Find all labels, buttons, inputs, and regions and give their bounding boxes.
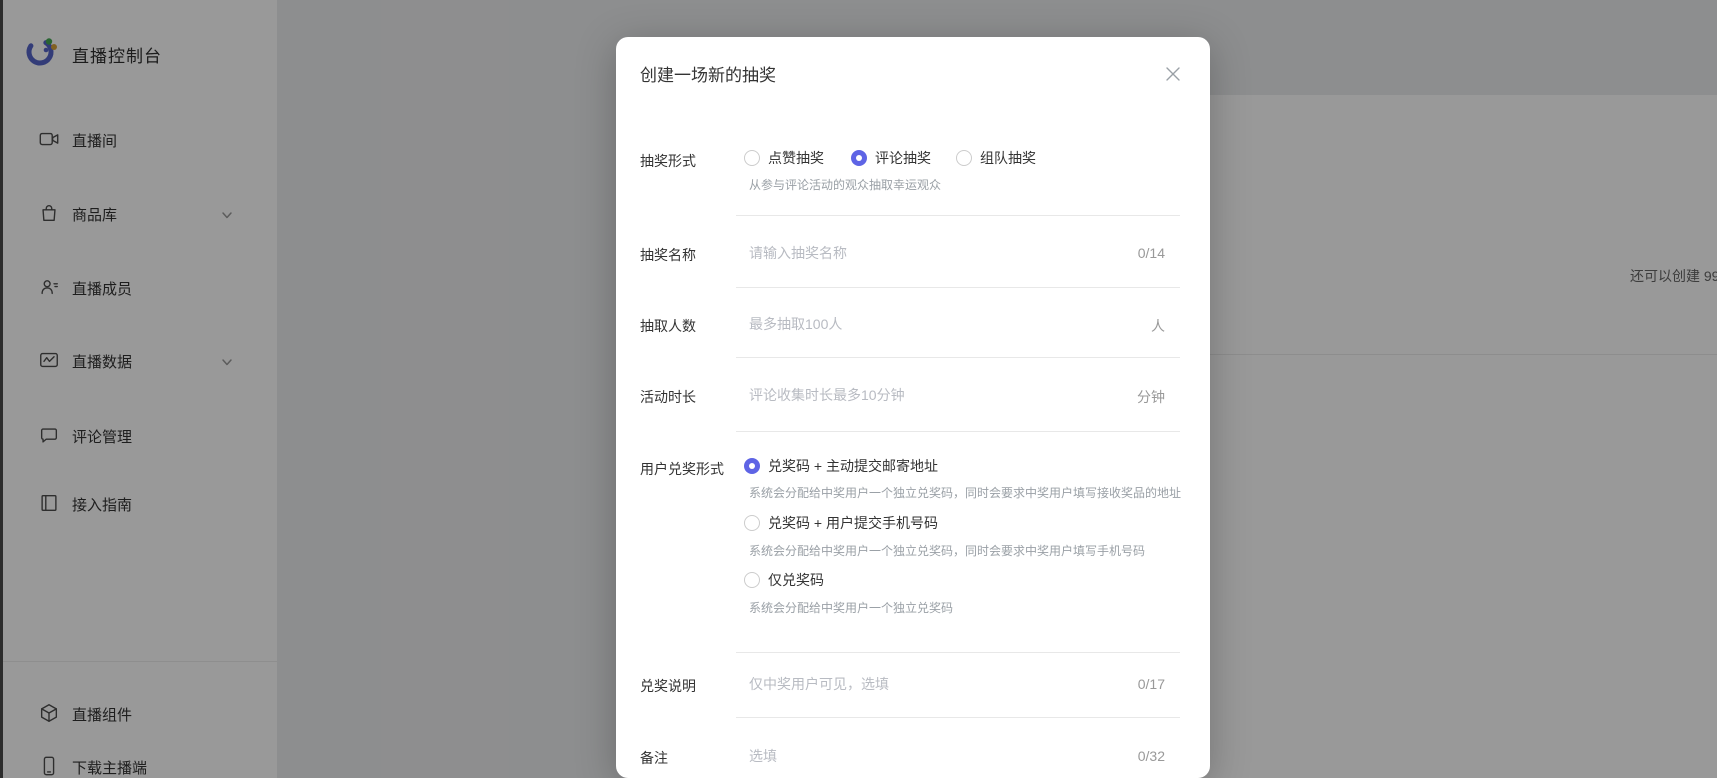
redeem-instructions-label: 兑奖说明 [640,676,746,696]
radio-icon [956,150,972,166]
duration-suffix: 分钟 [1137,387,1165,407]
modal-title: 创建一场新的抽奖 [640,61,776,86]
note-input[interactable] [749,745,1095,767]
radio-comment-lottery[interactable]: 评论抽奖 [851,148,931,168]
field-divider [736,431,1180,432]
field-divider [736,717,1180,718]
note-counter: 0/32 [1138,748,1165,764]
radio-icon [744,572,760,588]
radio-code-plus-phone[interactable]: 兑奖码 + 用户提交手机号码 [744,513,938,533]
redeem-option-helper: 系统会分配给中奖用户一个独立兑奖码，同时会要求中奖用户填写手机号码 [749,542,1145,559]
radio-code-only[interactable]: 仅兑奖码 [744,570,824,590]
radio-label: 兑奖码 + 用户提交手机号码 [768,513,938,533]
lottery-name-counter: 0/14 [1138,245,1165,261]
field-divider [736,215,1180,216]
draw-count-suffix: 人 [1151,316,1165,336]
radio-icon-selected [744,458,760,474]
redeem-option-helper: 系统会分配给中奖用户一个独立兑奖码 [749,599,953,616]
redeem-instructions-input[interactable] [749,673,1095,695]
lottery-type-helper: 从参与评论活动的观众抽取幸运观众 [749,176,941,193]
radio-label: 兑奖码 + 主动提交邮寄地址 [768,456,938,476]
lottery-name-label: 抽奖名称 [640,245,746,265]
redeem-instructions-counter: 0/17 [1138,676,1165,692]
create-lottery-modal: 创建一场新的抽奖 抽奖形式 点赞抽奖 评论抽奖 组队抽奖 从参与评论活动的观众抽… [616,37,1210,778]
note-label: 备注 [640,748,746,768]
draw-count-label: 抽取人数 [640,316,746,336]
lottery-type-label: 抽奖形式 [640,151,746,171]
radio-like-lottery[interactable]: 点赞抽奖 [744,148,824,168]
field-divider [736,652,1180,653]
radio-icon-selected [851,150,867,166]
radio-team-lottery[interactable]: 组队抽奖 [956,148,1036,168]
radio-label: 组队抽奖 [980,148,1036,168]
screen: 直播控制台 直播间 商品库 直播成员 直播数 [0,0,1717,778]
field-divider [736,287,1180,288]
field-divider [736,357,1180,358]
draw-count-input[interactable] [749,313,1095,335]
close-icon[interactable] [1162,63,1184,85]
duration-input[interactable] [749,384,1095,406]
redeem-type-label: 用户兑奖形式 [640,459,746,479]
redeem-option-helper: 系统会分配给中奖用户一个独立兑奖码，同时会要求中奖用户填写接收奖品的地址 [749,484,1181,501]
radio-label: 评论抽奖 [875,148,931,168]
radio-icon [744,150,760,166]
radio-code-plus-address[interactable]: 兑奖码 + 主动提交邮寄地址 [744,456,938,476]
radio-label: 点赞抽奖 [768,148,824,168]
duration-label: 活动时长 [640,387,746,407]
radio-icon [744,515,760,531]
lottery-name-input[interactable] [749,242,1095,264]
radio-label: 仅兑奖码 [768,570,824,590]
